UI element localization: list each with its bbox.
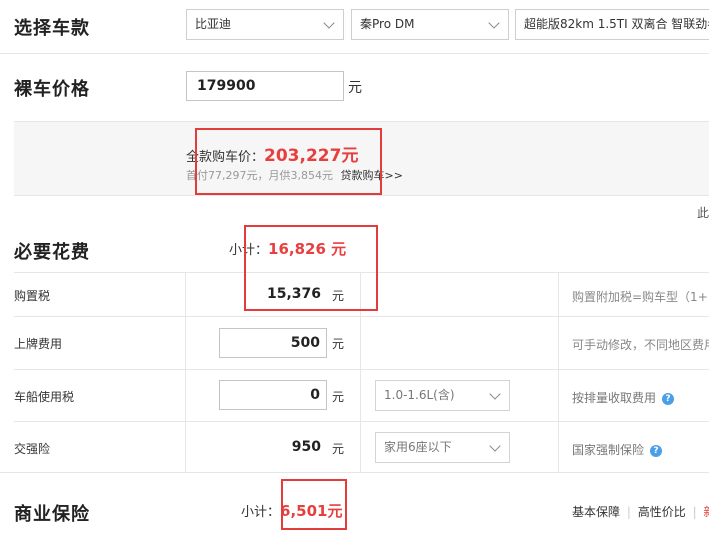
seat-type-select-value: 家用6座以下 <box>384 440 452 454</box>
tab-new-car[interactable]: 新车 <box>703 505 709 519</box>
chevron-down-icon <box>489 440 501 452</box>
bare-price-input[interactable]: 179900 <box>186 71 344 101</box>
truncated-note: 此 <box>697 206 709 220</box>
brand-select[interactable]: 比亚迪 <box>186 9 344 40</box>
unit-label: 元 <box>332 337 345 351</box>
series-select[interactable]: 秦Pro DM <box>351 9 509 40</box>
model-select[interactable]: 超能版82km 1.5TI 双离合 智联劲者 <box>515 9 709 40</box>
commercial-subtotal-label: 小计： <box>241 505 281 520</box>
table-col-line <box>558 272 559 472</box>
table-line <box>0 472 709 473</box>
row-note-with-help: 按排量收取费用? <box>572 389 675 406</box>
tab-separator: | <box>626 505 631 519</box>
plate-fee-input[interactable]: 500 <box>219 328 327 358</box>
series-select-value: 秦Pro DM <box>360 17 415 31</box>
highlight-box <box>244 225 378 311</box>
help-icon[interactable]: ? <box>662 392 675 405</box>
row-note: 按排量收取费用 <box>572 391 657 405</box>
tab-separator: | <box>692 505 697 519</box>
table-row-label: 上牌费用 <box>14 337 63 351</box>
table-line <box>14 316 709 317</box>
row-note-with-help: 国家强制保险? <box>572 441 663 458</box>
insurance-plan-tabs: 基本保障 | 高性价比 | 新车 <box>572 503 709 520</box>
help-icon[interactable]: ? <box>650 444 663 457</box>
chevron-down-icon <box>323 17 335 29</box>
table-col-line <box>185 272 186 472</box>
commercial-insurance-title: 商业保险 <box>14 504 90 525</box>
table-row-label: 购置税 <box>14 289 51 303</box>
divider <box>0 53 709 54</box>
table-row-label: 车船使用税 <box>14 390 75 404</box>
compulsory-insurance-value: 950 <box>291 439 321 455</box>
table-row-label: 交强险 <box>14 442 51 456</box>
vehicle-tax-input[interactable]: 0 <box>219 380 327 410</box>
displacement-select[interactable]: 1.0-1.6L(含) <box>375 380 510 411</box>
row-note: 可手动修改，不同地区费用 <box>572 338 709 352</box>
model-select-value: 超能版82km 1.5TI 双离合 智联劲者 <box>524 17 709 31</box>
brand-select-value: 比亚迪 <box>195 17 232 31</box>
select-car-title: 选择车款 <box>14 18 90 39</box>
chevron-down-icon <box>489 388 501 400</box>
tab-basic[interactable]: 基本保障 <box>572 505 620 519</box>
chevron-down-icon <box>488 17 500 29</box>
row-note: 购置附加税=购车型（1+1 <box>572 290 709 304</box>
tab-value[interactable]: 高性价比 <box>638 505 686 519</box>
highlight-box <box>195 128 382 195</box>
table-line <box>14 421 709 422</box>
unit-label: 元 <box>332 390 345 404</box>
table-line <box>14 369 709 370</box>
bare-price-title: 裸车价格 <box>14 79 90 100</box>
row-note: 国家强制保险 <box>572 443 645 457</box>
unit-label: 元 <box>332 442 345 456</box>
highlight-box <box>281 479 347 530</box>
seat-type-select[interactable]: 家用6座以下 <box>375 432 510 463</box>
required-fees-title: 必要花费 <box>14 242 90 263</box>
displacement-select-value: 1.0-1.6L(含) <box>384 388 455 402</box>
bare-price-unit: 元 <box>348 80 362 96</box>
